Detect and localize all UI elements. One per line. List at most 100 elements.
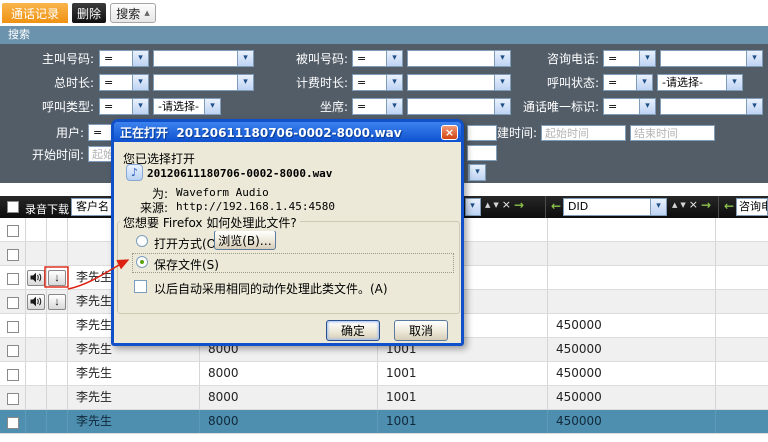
column-down-icon[interactable]: ▼ <box>680 201 685 209</box>
select-all-checkbox[interactable] <box>7 201 19 213</box>
call-status-operator-select[interactable]: = <box>603 74 653 91</box>
cell-agent: 1001 <box>378 362 548 385</box>
label-callee-number: 被叫号码: <box>250 52 348 67</box>
cell-customer: 李先生 <box>68 386 200 409</box>
call-type-value-select[interactable]: -请选择- <box>153 98 221 115</box>
label-user: 用户: <box>0 126 84 141</box>
cell-did <box>548 218 716 241</box>
header-separator <box>718 196 719 218</box>
agent-operator-select[interactable]: = <box>352 98 403 115</box>
cell-did <box>548 266 716 289</box>
radio-save-file[interactable] <box>136 256 148 268</box>
column-up-icon[interactable]: ▲ <box>485 201 490 209</box>
row-checkbox[interactable] <box>7 273 19 285</box>
auto-action-label[interactable]: 以后自动采用相同的动作处理此类文件。(A) <box>154 280 388 297</box>
download-dialog: 正在打开 20120611180706-0002-8000.wav × 您已选择… <box>111 119 464 346</box>
download-button[interactable]: ↓ <box>48 270 66 286</box>
tab-call-log[interactable]: 通话记录 <box>2 3 68 23</box>
cell-customer: 李先生 <box>68 410 200 433</box>
column-remove-icon[interactable]: × <box>689 200 698 210</box>
cell-ext: 8000 <box>200 386 378 409</box>
column-did-select[interactable]: DID <box>563 198 667 216</box>
play-recording-button[interactable] <box>27 270 45 286</box>
total-duration-value-select[interactable] <box>153 74 254 91</box>
callee-operator-select[interactable]: = <box>352 50 403 67</box>
column-move-right-icon[interactable]: → <box>701 199 711 211</box>
cell-agent: 1001 <box>378 386 548 409</box>
close-icon[interactable]: × <box>441 125 458 140</box>
call-uid-value-select[interactable] <box>660 98 763 115</box>
speaker-icon <box>30 296 42 307</box>
dialog-titlebar[interactable]: 正在打开 20120611180706-0002-8000.wav × <box>114 122 461 142</box>
cell-did <box>548 290 716 313</box>
column-move-left-icon[interactable]: ← <box>724 200 734 212</box>
row-checkbox[interactable] <box>7 417 19 429</box>
cell-ext: 8000 <box>200 362 378 385</box>
option-save-label[interactable]: 保存文件(S) <box>154 256 219 273</box>
row-checkbox[interactable] <box>7 369 19 381</box>
consult-operator-select[interactable]: = <box>603 50 656 67</box>
caller-value-select[interactable] <box>153 50 254 67</box>
row-checkbox[interactable] <box>7 249 19 261</box>
column-select-stub[interactable] <box>465 198 481 216</box>
billing-duration-operator-select[interactable]: = <box>352 74 403 91</box>
cell-did: 450000 <box>548 314 716 337</box>
label-call-status: 呼叫状态: <box>495 76 599 91</box>
caller-operator-select[interactable]: = <box>99 50 149 67</box>
select-stub[interactable] <box>468 164 486 181</box>
delete-button[interactable]: 删除 <box>72 3 106 23</box>
cell-did: 450000 <box>548 386 716 409</box>
dialog-title: 正在打开 20120611180706-0002-8000.wav <box>120 124 441 141</box>
column-move-left-icon[interactable]: ← <box>551 200 561 212</box>
search-panel-header: 搜索 <box>0 26 768 44</box>
call-type-operator-select[interactable]: = <box>99 98 149 115</box>
ok-button[interactable]: 确定 <box>326 320 380 341</box>
browse-button[interactable]: 浏览(B)… <box>214 230 276 250</box>
column-down-icon[interactable]: ▼ <box>493 201 498 209</box>
consult-value-select[interactable] <box>660 50 763 67</box>
dialog-question: 您想要 Firefox 如何处理此文件? <box>120 214 300 231</box>
cell-did: 450000 <box>548 410 716 433</box>
time-field-stub[interactable] <box>467 145 497 161</box>
download-icon: ↓ <box>54 272 60 284</box>
cell-did: 450000 <box>548 362 716 385</box>
column-consult-select[interactable]: 咨询电 <box>736 198 768 216</box>
table-row[interactable]: 李先生 8000 1001 450000 <box>0 362 768 386</box>
label-agent: 坐席: <box>250 100 348 115</box>
file-type-value: Waveform Audio <box>176 186 269 199</box>
total-duration-operator-select[interactable]: = <box>99 74 149 91</box>
column-move-right-icon[interactable]: → <box>514 199 524 211</box>
auto-action-checkbox[interactable] <box>134 280 147 293</box>
play-recording-button[interactable] <box>27 294 45 310</box>
cell-did: 450000 <box>548 338 716 361</box>
speaker-icon <box>30 272 42 283</box>
search-toggle-button[interactable]: 搜索 ▲ <box>110 3 156 23</box>
row-checkbox[interactable] <box>7 393 19 405</box>
option-open-label[interactable]: 打开方式(O) <box>154 235 221 252</box>
row-checkbox[interactable] <box>7 297 19 309</box>
column-download: 下载 <box>47 201 69 217</box>
cell-did <box>548 242 716 265</box>
user-field-stub[interactable] <box>467 125 497 141</box>
row-checkbox[interactable] <box>7 225 19 237</box>
call-uid-operator-select[interactable]: = <box>603 98 656 115</box>
dialog-body: 您已选择打开 ♪ 20120611180706-0002-8000.wav 为:… <box>114 142 461 343</box>
radio-open-with[interactable] <box>136 235 148 247</box>
table-row[interactable]: 李先生 8000 1001 450000 <box>0 386 768 410</box>
label-call-type: 呼叫类型: <box>0 100 94 115</box>
row-checkbox[interactable] <box>7 345 19 357</box>
column-remove-icon[interactable]: × <box>502 200 511 210</box>
column-up-icon[interactable]: ▲ <box>672 201 677 209</box>
label-caller-number: 主叫号码: <box>0 52 94 67</box>
call-status-value-select[interactable]: -请选择- <box>657 74 743 91</box>
create-time-start-input[interactable] <box>541 125 626 141</box>
label-total-duration: 总时长: <box>0 76 94 91</box>
create-time-end-input[interactable] <box>630 125 715 141</box>
label-consult-phone: 咨询电话: <box>495 52 599 67</box>
download-button[interactable]: ↓ <box>48 294 66 310</box>
audio-file-icon: ♪ <box>126 164 143 181</box>
row-checkbox[interactable] <box>7 321 19 333</box>
table-row-selected[interactable]: 李先生 8000 1001 450000 <box>0 410 768 434</box>
label-start-time: 开始时间: <box>0 148 84 163</box>
cancel-button[interactable]: 取消 <box>394 320 448 341</box>
